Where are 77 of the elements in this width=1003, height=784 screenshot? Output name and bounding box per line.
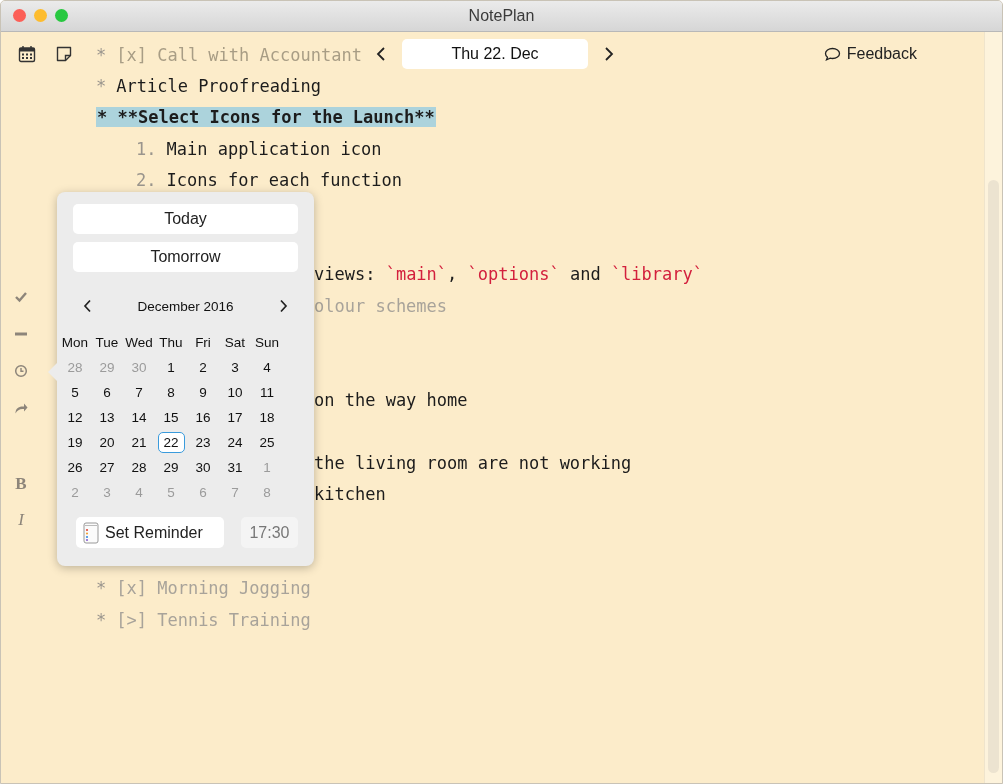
today-button[interactable]: Today [73,204,298,234]
notepad-icon [82,521,100,544]
calendar-day[interactable]: 9 [189,382,217,403]
note-line: Icons for each function [166,170,402,191]
date-field[interactable]: Thu 22. Dec [402,39,588,69]
calendar-day[interactable]: 30 [189,457,217,478]
zoom-button[interactable] [55,9,68,22]
calendar-day[interactable]: 11 [253,382,281,403]
calendar-day[interactable]: 5 [61,382,89,403]
weekday-label: Mon [60,334,90,352]
chevron-right-icon[interactable] [279,299,288,313]
calendar-day[interactable]: 13 [93,407,121,428]
tomorrow-button[interactable]: Tomorrow [73,242,298,272]
calendar-day[interactable]: 29 [157,457,185,478]
calendar-day[interactable]: 15 [157,407,185,428]
weekday-label: Thu [158,334,184,352]
feedback-button[interactable]: Feedback [823,45,917,63]
calendar-day[interactable]: 24 [221,432,249,453]
calendar-day[interactable]: 25 [253,432,281,453]
checkmark-icon[interactable] [14,290,28,304]
clock-icon[interactable] [14,364,28,378]
share-arrow-icon[interactable] [14,401,28,415]
note-icon[interactable] [56,46,72,62]
note-line: views: `main`, `options` and `library` [314,264,703,285]
set-reminder-button[interactable]: Set Reminder [76,517,224,548]
calendar-day[interactable]: 20 [93,432,121,453]
calendar-day[interactable]: 31 [221,457,249,478]
calendar-day[interactable]: 17 [221,407,249,428]
calendar-day[interactable]: 22 [157,432,185,453]
bullet-marker: * [96,76,107,97]
chevron-left-icon[interactable] [376,46,386,62]
window-title: NotePlan [468,7,535,25]
note-line: olour schemes [314,295,448,316]
chevron-right-icon[interactable] [604,46,614,62]
calendar-day[interactable]: 7 [125,382,153,403]
note-line: [x] Morning Jogging [116,578,311,599]
weekday-label: Sun [254,334,280,352]
list-number: 1. [136,138,157,159]
weekday-label: Tue [94,334,120,352]
note-line: [>] Tennis Training [116,609,311,630]
calendar-day[interactable]: 8 [157,382,185,403]
weekday-label: Fri [194,334,212,352]
note-line: kitchen [314,484,386,505]
calendar-day[interactable]: 26 [61,457,89,478]
calendar-day[interactable]: 21 [125,432,153,453]
note-line: [x] Call with Accountant [116,44,362,65]
calendar-day[interactable]: 10 [221,382,249,403]
bullet-marker: * [96,44,107,65]
calendar-icon[interactable] [18,45,36,63]
calendar-day[interactable]: 14 [125,407,153,428]
close-button[interactable] [13,9,26,22]
calendar-day[interactable]: 23 [189,432,217,453]
bullet-marker: * [96,578,107,599]
bullet-marker: * [96,609,107,630]
calendar-day[interactable]: 18 [253,407,281,428]
note-line: Main application icon [166,138,382,159]
calendar-day[interactable]: 12 [61,407,89,428]
month-label: December 2016 [137,298,234,314]
calendar-day[interactable]: 28 [125,457,153,478]
note-line: on the way home [314,390,468,410]
calendar-day[interactable]: 16 [189,407,217,428]
calendar-day[interactable]: 27 [93,457,121,478]
calendar-day[interactable]: 2 [189,357,217,378]
speech-bubble-icon [823,47,841,61]
note-line: the living room are not working [314,452,632,473]
calendar-day[interactable]: 4 [253,357,281,378]
scrollbar[interactable] [984,32,1002,783]
weekday-label: Sat [223,334,247,352]
note-line: Article Proofreading [116,76,321,97]
time-field[interactable]: 17:30 [241,517,298,548]
calendar-day[interactable]: 1 [157,357,185,378]
calendar-day[interactable]: 3 [221,357,249,378]
chevron-left-icon[interactable] [83,299,92,313]
list-number: 2. [136,170,157,191]
weekday-label: Wed [124,334,154,352]
calendar-day[interactable]: 19 [61,432,89,453]
calendar-day[interactable]: 6 [93,382,121,403]
